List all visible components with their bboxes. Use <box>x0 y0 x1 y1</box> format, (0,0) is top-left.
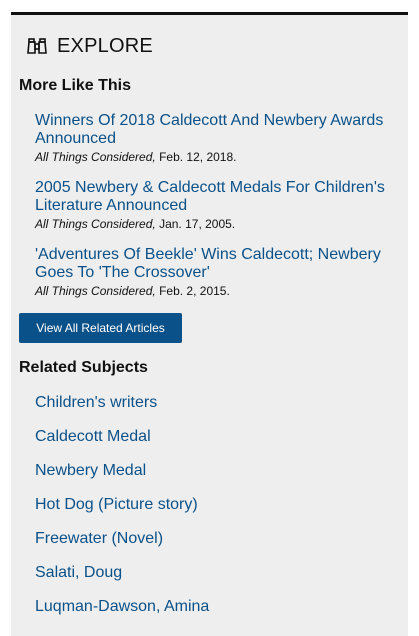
related-article-link[interactable]: 2005 Newbery & Caldecott Medals For Chil… <box>35 179 395 215</box>
related-article-link[interactable]: 'Adventures Of Beekle' Wins Caldecott; N… <box>35 246 395 282</box>
related-article: 'Adventures Of Beekle' Wins Caldecott; N… <box>35 246 395 298</box>
subject-link-caldecott-medal[interactable]: Caldecott Medal <box>35 428 151 446</box>
subject-link-childrens-writers[interactable]: Children's writers <box>35 394 157 412</box>
more-like-this-heading: More Like This <box>19 77 132 94</box>
subject-link-salati-doug[interactable]: Salati, Doug <box>35 564 122 582</box>
explore-title: EXPLORE <box>57 35 153 57</box>
related-article: 2005 Newbery & Caldecott Medals For Chil… <box>35 179 395 231</box>
article-program: All Things Considered, <box>35 150 156 164</box>
explore-header: EXPLORE <box>27 35 153 58</box>
article-date: Jan. 17, 2005. <box>159 217 236 231</box>
article-date: Feb. 2, 2015. <box>159 284 230 298</box>
article-program: All Things Considered, <box>35 284 156 298</box>
view-all-related-articles-button[interactable]: View All Related Articles <box>19 313 182 343</box>
subject-link-freewater[interactable]: Freewater (Novel) <box>35 530 163 548</box>
article-program: All Things Considered, <box>35 217 156 231</box>
subject-link-hot-dog[interactable]: Hot Dog (Picture story) <box>35 496 198 514</box>
related-subjects-heading: Related Subjects <box>19 359 148 376</box>
related-article-meta: All Things Considered, Feb. 12, 2018. <box>35 150 395 164</box>
subject-link-newbery-medal[interactable]: Newbery Medal <box>35 462 146 480</box>
related-article-meta: All Things Considered, Feb. 2, 2015. <box>35 284 395 298</box>
article-date: Feb. 12, 2018. <box>159 150 237 164</box>
binoculars-icon <box>27 37 47 54</box>
explore-panel: EXPLORE More Like This Winners Of 2018 C… <box>11 12 408 636</box>
subject-link-luqman-dawson-amina[interactable]: Luqman-Dawson, Amina <box>35 598 209 616</box>
related-article-meta: All Things Considered, Jan. 17, 2005. <box>35 217 395 231</box>
related-article-link[interactable]: Winners Of 2018 Caldecott And Newbery Aw… <box>35 112 395 148</box>
related-article: Winners Of 2018 Caldecott And Newbery Aw… <box>35 112 395 164</box>
